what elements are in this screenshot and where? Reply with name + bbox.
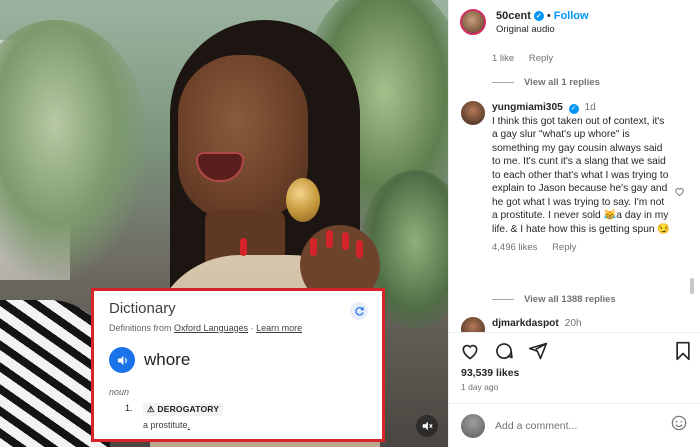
part-of-speech: noun [109,387,130,397]
view-replies-button[interactable]: View all 1388 replies [492,294,616,305]
comment-icon[interactable] [494,341,514,366]
share-icon[interactable] [528,341,548,366]
comment-item: yungmiami305 ✓ 1d I think this got taken… [461,101,691,253]
comment-heart-icon[interactable] [674,184,685,202]
red-nail [310,238,317,256]
replies-line [492,299,514,300]
derogatory-tag: ⚠ DEROGATORY [143,403,224,416]
speaker-icon [109,347,135,373]
comment-meta: 4,496 likes Reply [492,242,691,253]
prostitute-link: prostitute [150,420,188,430]
post-header: 50cent ✓ • Follow Original audio [449,0,700,44]
emoji-icon[interactable] [671,415,687,436]
author-avatar[interactable] [460,9,486,35]
definition-text: a prostitute. [143,420,368,430]
previous-comment-actions: 1 like Reply [492,53,565,64]
likes-count[interactable]: 93,539 likes [461,367,519,379]
comments-scrollbar[interactable] [690,278,694,294]
commenter-avatar[interactable] [461,317,485,332]
refresh-icon [350,302,368,320]
source-prefix: Definitions from [109,323,172,333]
definition-number: 1. [125,403,133,413]
comment-item: djmarkdaspot 20h [461,317,691,332]
red-nail [240,238,247,256]
original-audio-link[interactable]: Original audio [496,24,589,35]
view-replies-button[interactable]: View all 1 replies [492,77,600,88]
dictionary-word-row: whore [109,347,368,373]
red-nail [356,240,363,258]
previous-comment-reply[interactable]: Reply [529,53,553,64]
heart-icon[interactable] [460,341,480,366]
add-comment-bar: Add a comment... [449,403,700,447]
dictionary-source: Definitions from Oxford Languages · Lear… [109,323,368,333]
oxford-languages-link: Oxford Languages [174,323,249,333]
verified-badge-icon: ✓ [533,10,544,21]
follow-button[interactable]: Follow [554,10,589,22]
author-line: 50cent ✓ • Follow [496,10,589,22]
view-replies-label: View all 1 replies [524,77,600,88]
dictionary-word: whore [144,350,191,369]
definition-prefix: a [143,420,149,430]
author-username[interactable]: 50cent [496,10,531,22]
definition-header: 1. ⚠ DEROGATORY [109,403,368,416]
post-actions: 93,539 likes 1 day ago [449,332,700,412]
post-side-panel: 50cent ✓ • Follow Original audio 1 like … [448,0,700,447]
muted-speaker-icon[interactable] [416,415,438,437]
previous-comment-likes[interactable]: 1 like [492,53,514,64]
bookmark-icon[interactable] [674,341,692,366]
comment-reply[interactable]: Reply [552,242,576,253]
definition-suffix: . [187,420,191,430]
commenter-username[interactable]: yungmiami305 [492,102,563,113]
background-plant-left [0,20,150,280]
separator-dot: • [546,9,551,22]
comment-body: yungmiami305 ✓ 1d I think this got taken… [492,101,672,236]
post-video[interactable]: Dictionary Definitions from Oxford Langu… [0,0,448,447]
source-separator: · [250,323,254,333]
dictionary-card: Dictionary Definitions from Oxford Langu… [91,288,385,442]
add-comment-input[interactable]: Add a comment... [495,420,671,432]
comment-likes[interactable]: 4,496 likes [492,242,537,253]
person-earring [286,178,320,222]
comment-time: 20h [564,318,582,329]
post-time: 1 day ago [461,382,499,392]
replies-line [492,82,514,83]
red-nail [342,232,349,250]
action-icon-row [460,341,548,366]
dictionary-title: Dictionary [109,300,176,317]
comment-text: I think this got taken out of context, i… [492,115,671,235]
comment-time: 1d [584,102,596,113]
comment-body: djmarkdaspot 20h [492,317,672,331]
commenter-username[interactable]: djmarkdaspot [492,318,559,329]
view-replies-label: View all 1388 replies [524,294,616,305]
author-info: 50cent ✓ • Follow Original audio [496,10,589,35]
current-user-avatar [461,413,485,438]
verified-badge-icon: ✓ [568,103,579,114]
red-nail [326,230,333,248]
commenter-avatar[interactable] [461,101,485,125]
comments-list[interactable]: 1 like Reply View all 1 replies yungmiam… [449,44,700,332]
learn-more-link: Learn more [256,323,303,333]
